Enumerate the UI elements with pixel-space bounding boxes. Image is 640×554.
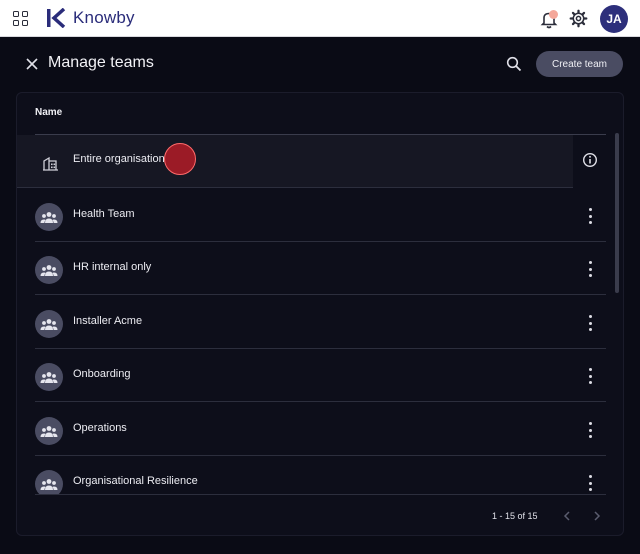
settings-button[interactable] (569, 9, 588, 28)
team-icon (35, 203, 63, 231)
team-icon (35, 363, 63, 391)
more-options-icon[interactable] (586, 475, 594, 491)
pagination-range: 1 - 15 of 15 (492, 511, 538, 521)
brand-name: Knowby (73, 8, 135, 27)
apps-grid-icon[interactable] (13, 11, 29, 27)
team-name: Organisational Resilience (73, 475, 198, 487)
logo[interactable]: Knowby (46, 7, 135, 29)
table-row[interactable]: Entire organisation (17, 135, 573, 188)
team-name: HR internal only (73, 261, 152, 273)
user-avatar[interactable]: JA (600, 5, 628, 33)
team-name: Onboarding (73, 368, 131, 380)
chevron-right-icon[interactable] (590, 509, 604, 523)
table-row[interactable]: Onboarding (35, 349, 606, 402)
chevron-left-icon[interactable] (560, 509, 574, 523)
team-name: Operations (73, 422, 127, 434)
app-bar: Knowby JA (0, 0, 640, 37)
create-team-button[interactable]: Create team (536, 51, 623, 77)
column-header-name[interactable]: Name (35, 107, 62, 118)
page-title: Manage teams (48, 54, 154, 71)
more-options-icon[interactable] (586, 208, 594, 224)
more-options-icon[interactable] (586, 368, 594, 384)
team-icon (35, 417, 63, 445)
knowby-logo-icon (47, 8, 66, 28)
team-icon (35, 310, 63, 338)
close-icon[interactable] (24, 56, 40, 72)
more-options-icon[interactable] (586, 315, 594, 331)
teams-table: Name Entire organisation Health Team HR … (16, 92, 624, 536)
building-icon (37, 149, 65, 177)
table-row[interactable]: Organisational Resilience (35, 456, 606, 495)
table-row[interactable]: Health Team (35, 189, 606, 242)
team-icon (35, 470, 63, 495)
info-icon[interactable] (582, 152, 598, 168)
team-list: Entire organisation Health Team HR inter… (17, 135, 607, 495)
notifications-button[interactable] (538, 8, 560, 30)
team-icon (35, 256, 63, 284)
table-row[interactable]: Installer Acme (35, 296, 606, 349)
notification-badge (549, 10, 558, 19)
team-name: Installer Acme (73, 315, 143, 327)
table-row[interactable]: HR internal only (35, 242, 606, 295)
table-row[interactable]: Operations (35, 403, 606, 456)
scrollbar-thumb[interactable] (615, 133, 619, 293)
gear-icon (569, 9, 588, 28)
search-icon[interactable] (505, 55, 523, 73)
divider (35, 494, 606, 495)
team-name: Health Team (73, 208, 135, 220)
team-name: Entire organisation (73, 153, 165, 165)
more-options-icon[interactable] (586, 422, 594, 438)
more-options-icon[interactable] (586, 261, 594, 277)
